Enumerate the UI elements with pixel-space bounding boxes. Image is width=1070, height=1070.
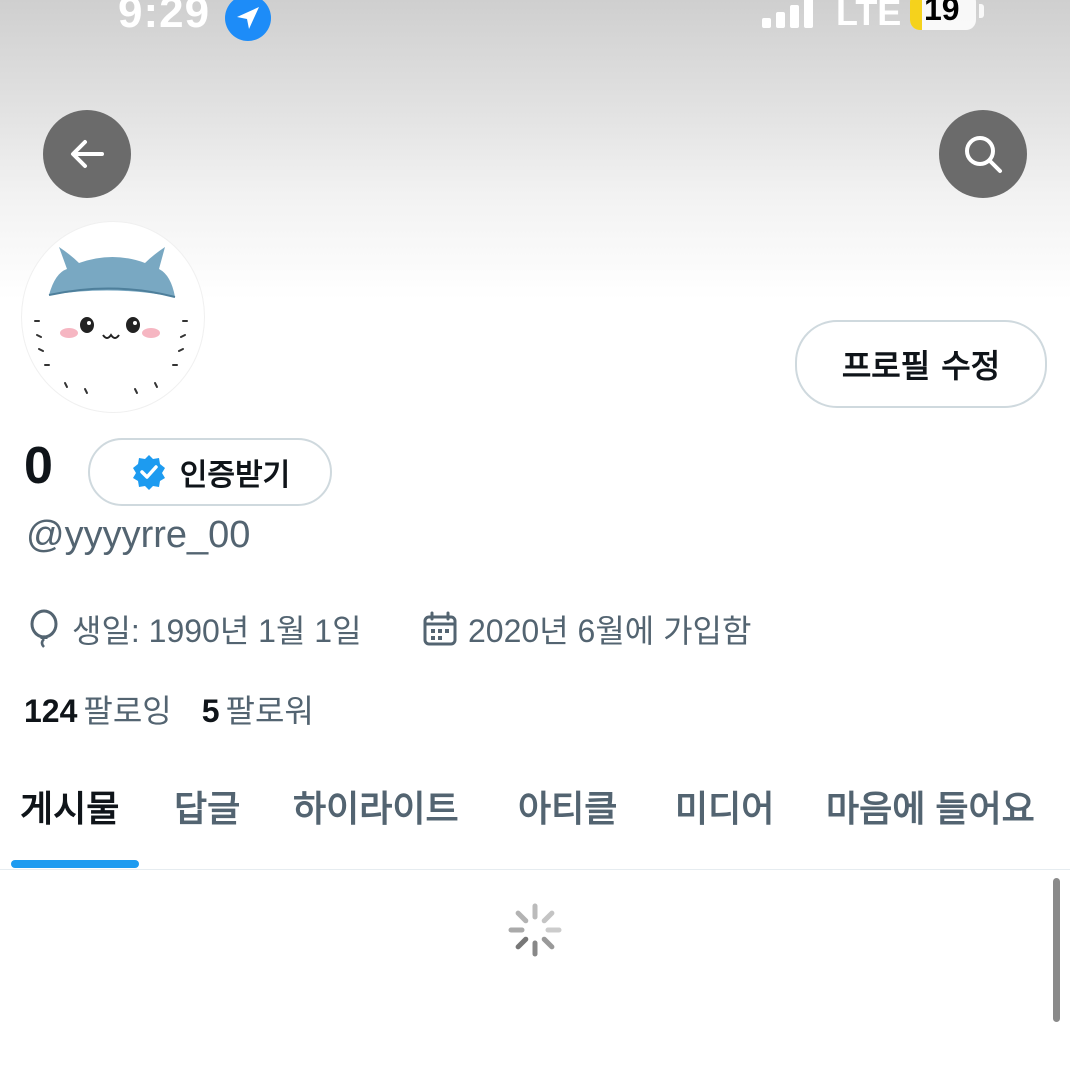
search-icon xyxy=(965,136,1002,173)
following-link[interactable]: 124 팔로잉 xyxy=(24,686,172,732)
arrow-left-icon xyxy=(71,140,104,168)
display-name: 0 xyxy=(24,437,53,495)
profile-avatar[interactable] xyxy=(22,222,204,412)
profile-tabs: 게시물 답글 하이라이트 아티클 미디어 마음에 들어요 xyxy=(0,780,1070,870)
battery-indicator: 19 xyxy=(910,0,976,30)
follow-stats: 124 팔로잉 5 팔로워 xyxy=(24,686,314,732)
username: @yyyyrre_00 xyxy=(26,514,251,556)
edit-profile-button[interactable]: 프로필 수정 xyxy=(795,320,1047,408)
tab-replies[interactable]: 답글 xyxy=(174,780,240,832)
followers-label: 팔로워 xyxy=(225,693,314,729)
following-label: 팔로잉 xyxy=(83,693,172,729)
status-time: 9:29 xyxy=(118,0,211,37)
battery-level xyxy=(910,0,922,30)
battery-percent: 19 xyxy=(924,0,960,27)
scrollbar[interactable] xyxy=(1053,878,1060,1022)
verified-badge-icon xyxy=(132,455,165,490)
avatar-illustration xyxy=(29,233,197,401)
battery-tip xyxy=(979,4,984,18)
balloon-icon xyxy=(30,609,58,648)
back-button[interactable] xyxy=(43,110,131,198)
followers-link[interactable]: 5 팔로워 xyxy=(202,686,314,732)
following-count: 124 xyxy=(24,693,78,729)
tabs-divider xyxy=(0,869,1070,870)
birthday-text: 생일: 1990년 1월 1일 xyxy=(72,613,362,649)
cellular-signal-icon xyxy=(762,0,813,28)
get-verified-label: 인증받기 xyxy=(179,458,291,493)
location-arrow-icon xyxy=(225,0,271,41)
joined-info: 2020년 6월에 가입함 xyxy=(422,606,751,652)
tab-highlights[interactable]: 하이라이트 xyxy=(293,780,459,832)
birthday-info: 생일: 1990년 1월 1일 xyxy=(26,606,362,652)
tab-posts[interactable]: 게시물 xyxy=(20,780,119,832)
loading-spinner-icon xyxy=(508,903,562,957)
active-tab-indicator xyxy=(11,860,139,868)
tab-media[interactable]: 미디어 xyxy=(675,780,774,832)
joined-text: 2020년 6월에 가입함 xyxy=(468,613,752,649)
get-verified-button[interactable]: 인증받기 xyxy=(88,438,332,506)
followers-count: 5 xyxy=(201,693,220,729)
search-button[interactable] xyxy=(939,110,1027,198)
tab-articles[interactable]: 아티클 xyxy=(518,780,617,832)
tab-likes[interactable]: 마음에 들어요 xyxy=(826,780,1035,832)
network-label: LTE xyxy=(836,0,902,33)
calendar-icon xyxy=(423,611,457,646)
